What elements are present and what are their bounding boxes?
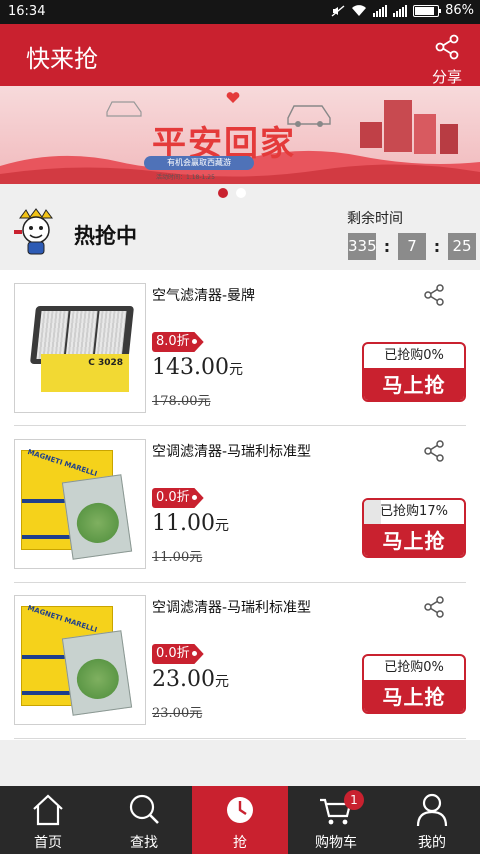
battery-percent: 86% [445, 3, 474, 18]
signal-icon [373, 4, 388, 17]
carousel-dot-2[interactable] [236, 188, 246, 198]
tab-profile[interactable]: 我的 [384, 786, 480, 854]
grab-button-label: 马上抢 [364, 368, 464, 400]
filter-pack-inner-image [61, 630, 133, 716]
product-image[interactable]: C 3028 [14, 283, 146, 413]
bottom-nav: 首页 查找 抢 1 购物车 我的 [0, 786, 480, 854]
product-price: 11.00元 [152, 511, 229, 536]
banner-date: 活动时间：1.18-1.25 [156, 174, 215, 181]
countdown-timer: 335 : 7 : 25 [348, 233, 476, 260]
banner-tag: 有机会赢取西藏游 [144, 156, 254, 170]
share-icon[interactable] [422, 439, 446, 463]
product-box-label: MAGNETI MARELLI [26, 447, 99, 479]
share-icon [435, 34, 459, 60]
status-bar: 16:34 86% [0, 0, 480, 24]
mascot-icon [14, 208, 53, 255]
tab-search[interactable]: 查找 [96, 786, 192, 854]
product-card[interactable]: C 3028 空气滤清器-曼牌 8.0折 143.00元 178.00元 已抢购… [0, 270, 480, 426]
product-list: C 3028 空气滤清器-曼牌 8.0折 143.00元 178.00元 已抢购… [0, 270, 480, 740]
timer-colon: : [433, 237, 441, 256]
status-time: 16:34 [8, 4, 46, 19]
house-icon [360, 122, 382, 148]
divider [14, 425, 466, 426]
cart-badge: 1 [344, 790, 364, 810]
product-box-label: MAGNETI MARELLI [26, 603, 99, 635]
page-title: 快来抢 [26, 45, 98, 73]
share-button[interactable]: 分享 [428, 34, 466, 87]
search-icon [129, 794, 159, 824]
tab-label: 我的 [418, 835, 446, 851]
building-icon-2 [414, 114, 436, 154]
filter-pack-inner-image [61, 474, 133, 560]
product-card[interactable]: MAGNETI MARELLI 空调滤清器-马瑞利标准型 0.0折 11.00元… [0, 427, 480, 583]
discount-tag: 0.0折 [152, 644, 204, 664]
clock-icon [227, 797, 253, 823]
product-image[interactable]: MAGNETI MARELLI [14, 595, 146, 725]
timer-seconds: 25 [448, 233, 476, 260]
hot-label: 热抢中 [74, 224, 137, 248]
heart-icon [226, 92, 240, 103]
timer-colon: : [383, 237, 391, 256]
share-icon[interactable] [422, 595, 446, 619]
tab-home[interactable]: 首页 [0, 786, 96, 854]
tab-label: 购物车 [315, 835, 357, 851]
silent-icon [331, 4, 345, 17]
product-name[interactable]: 空调滤清器-马瑞利标准型 [152, 597, 311, 617]
car-icon-2 [106, 101, 142, 117]
grab-button-label: 马上抢 [364, 680, 464, 712]
discount-tag: 0.0折 [152, 488, 204, 508]
tab-label: 抢 [233, 835, 247, 851]
share-icon[interactable] [422, 283, 446, 307]
grab-button[interactable]: 已抢购0% 马上抢 [362, 654, 466, 714]
hot-section: 热抢中 剩余时间 335 : 7 : 25 [0, 200, 480, 270]
user-icon [416, 793, 448, 827]
divider [14, 738, 466, 739]
battery-icon [413, 4, 442, 17]
product-image[interactable]: MAGNETI MARELLI [14, 439, 146, 569]
tab-grab[interactable]: 抢 [192, 786, 288, 854]
grab-button-label: 马上抢 [364, 524, 464, 556]
discount-tag: 8.0折 [152, 332, 204, 352]
tab-label: 首页 [34, 835, 62, 851]
product-card[interactable]: MAGNETI MARELLI 空调滤清器-马瑞利标准型 0.0折 23.00元… [0, 583, 480, 739]
original-price: 11.00元 [152, 550, 203, 565]
share-label: 分享 [431, 68, 462, 86]
signal-icon-2 [393, 4, 408, 17]
product-name[interactable]: 空调滤清器-马瑞利标准型 [152, 441, 311, 461]
wifi-icon [352, 5, 367, 16]
product-box-label: C 3028 [41, 354, 129, 392]
original-price: 23.00元 [152, 706, 203, 721]
carousel-dot-1[interactable] [218, 188, 228, 198]
carousel-indicator [218, 188, 246, 198]
remaining-time-label: 剩余时间 [347, 211, 403, 227]
tab-cart[interactable]: 1 购物车 [288, 786, 384, 854]
product-name[interactable]: 空气滤清器-曼牌 [152, 285, 255, 305]
tab-label: 查找 [130, 835, 158, 851]
original-price: 178.00元 [152, 394, 211, 409]
sold-progress: 已抢购0% [384, 348, 444, 363]
grab-button[interactable]: 已抢购0% 马上抢 [362, 342, 466, 402]
product-price: 23.00元 [152, 667, 229, 692]
timer-hours: 335 [348, 233, 377, 260]
promo-banner[interactable]: 平安回家 有机会赢取西藏游 活动时间：1.18-1.25 [0, 86, 480, 184]
app-header: 快来抢 分享 [0, 24, 480, 86]
timer-minutes: 7 [398, 233, 426, 260]
building-icon [384, 100, 412, 152]
sold-progress: 已抢购17% [380, 504, 448, 519]
home-icon [33, 794, 63, 826]
product-price: 143.00元 [152, 355, 243, 380]
grab-button[interactable]: 已抢购17% 马上抢 [362, 498, 466, 558]
sold-progress: 已抢购0% [384, 660, 444, 675]
building-icon-3 [440, 124, 458, 154]
